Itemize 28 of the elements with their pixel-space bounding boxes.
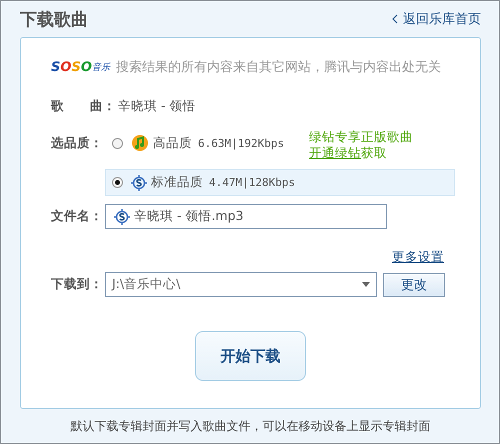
- radio-button[interactable]: [112, 177, 123, 188]
- quality-name: 标准品质: [151, 174, 203, 191]
- promo-text: 获取: [361, 145, 388, 160]
- compass-s-icon: [131, 174, 147, 190]
- quality-info: 4.47M|128Kbps: [209, 176, 296, 189]
- compass-s-icon: [114, 208, 130, 224]
- quality-name: 高品质: [153, 134, 192, 152]
- soso-music-logo: SOSO音乐: [51, 60, 110, 74]
- back-link[interactable]: 返回乐库首页: [392, 10, 481, 28]
- change-button[interactable]: 更改: [383, 272, 445, 296]
- start-download-button[interactable]: 开始下载: [195, 331, 306, 381]
- quality-label: 选品质：: [51, 135, 103, 152]
- filename-label: 文件名：: [51, 208, 103, 225]
- promo-text: 绿钻专享正版歌曲: [309, 129, 414, 145]
- caret-down-icon: [362, 282, 370, 287]
- destination-label: 下载到：: [51, 276, 103, 293]
- footer-note: 默认下载专辑封面并写入歌曲文件，可以在移动设备上显示专辑封面: [70, 418, 430, 434]
- quality-info: 6.63M|192Kbps: [198, 136, 284, 150]
- window-title: 下载歌曲: [20, 8, 88, 30]
- radio-button[interactable]: [112, 138, 123, 148]
- more-settings-link[interactable]: 更多设置: [392, 249, 444, 266]
- disclaimer-text: 搜索结果的所有内容来自其它网站，腾讯与内容出处无关: [116, 59, 441, 76]
- filename-field[interactable]: 辛晓琪 - 领悟.mp3: [105, 204, 387, 229]
- destination-dropdown[interactable]: J:\音乐中心\: [105, 272, 377, 297]
- chevron-left-icon: [392, 14, 398, 24]
- music-note-icon: [131, 134, 149, 152]
- song-title: 辛晓琪 - 领悟: [118, 98, 196, 115]
- song-label: 歌 曲：: [51, 98, 116, 115]
